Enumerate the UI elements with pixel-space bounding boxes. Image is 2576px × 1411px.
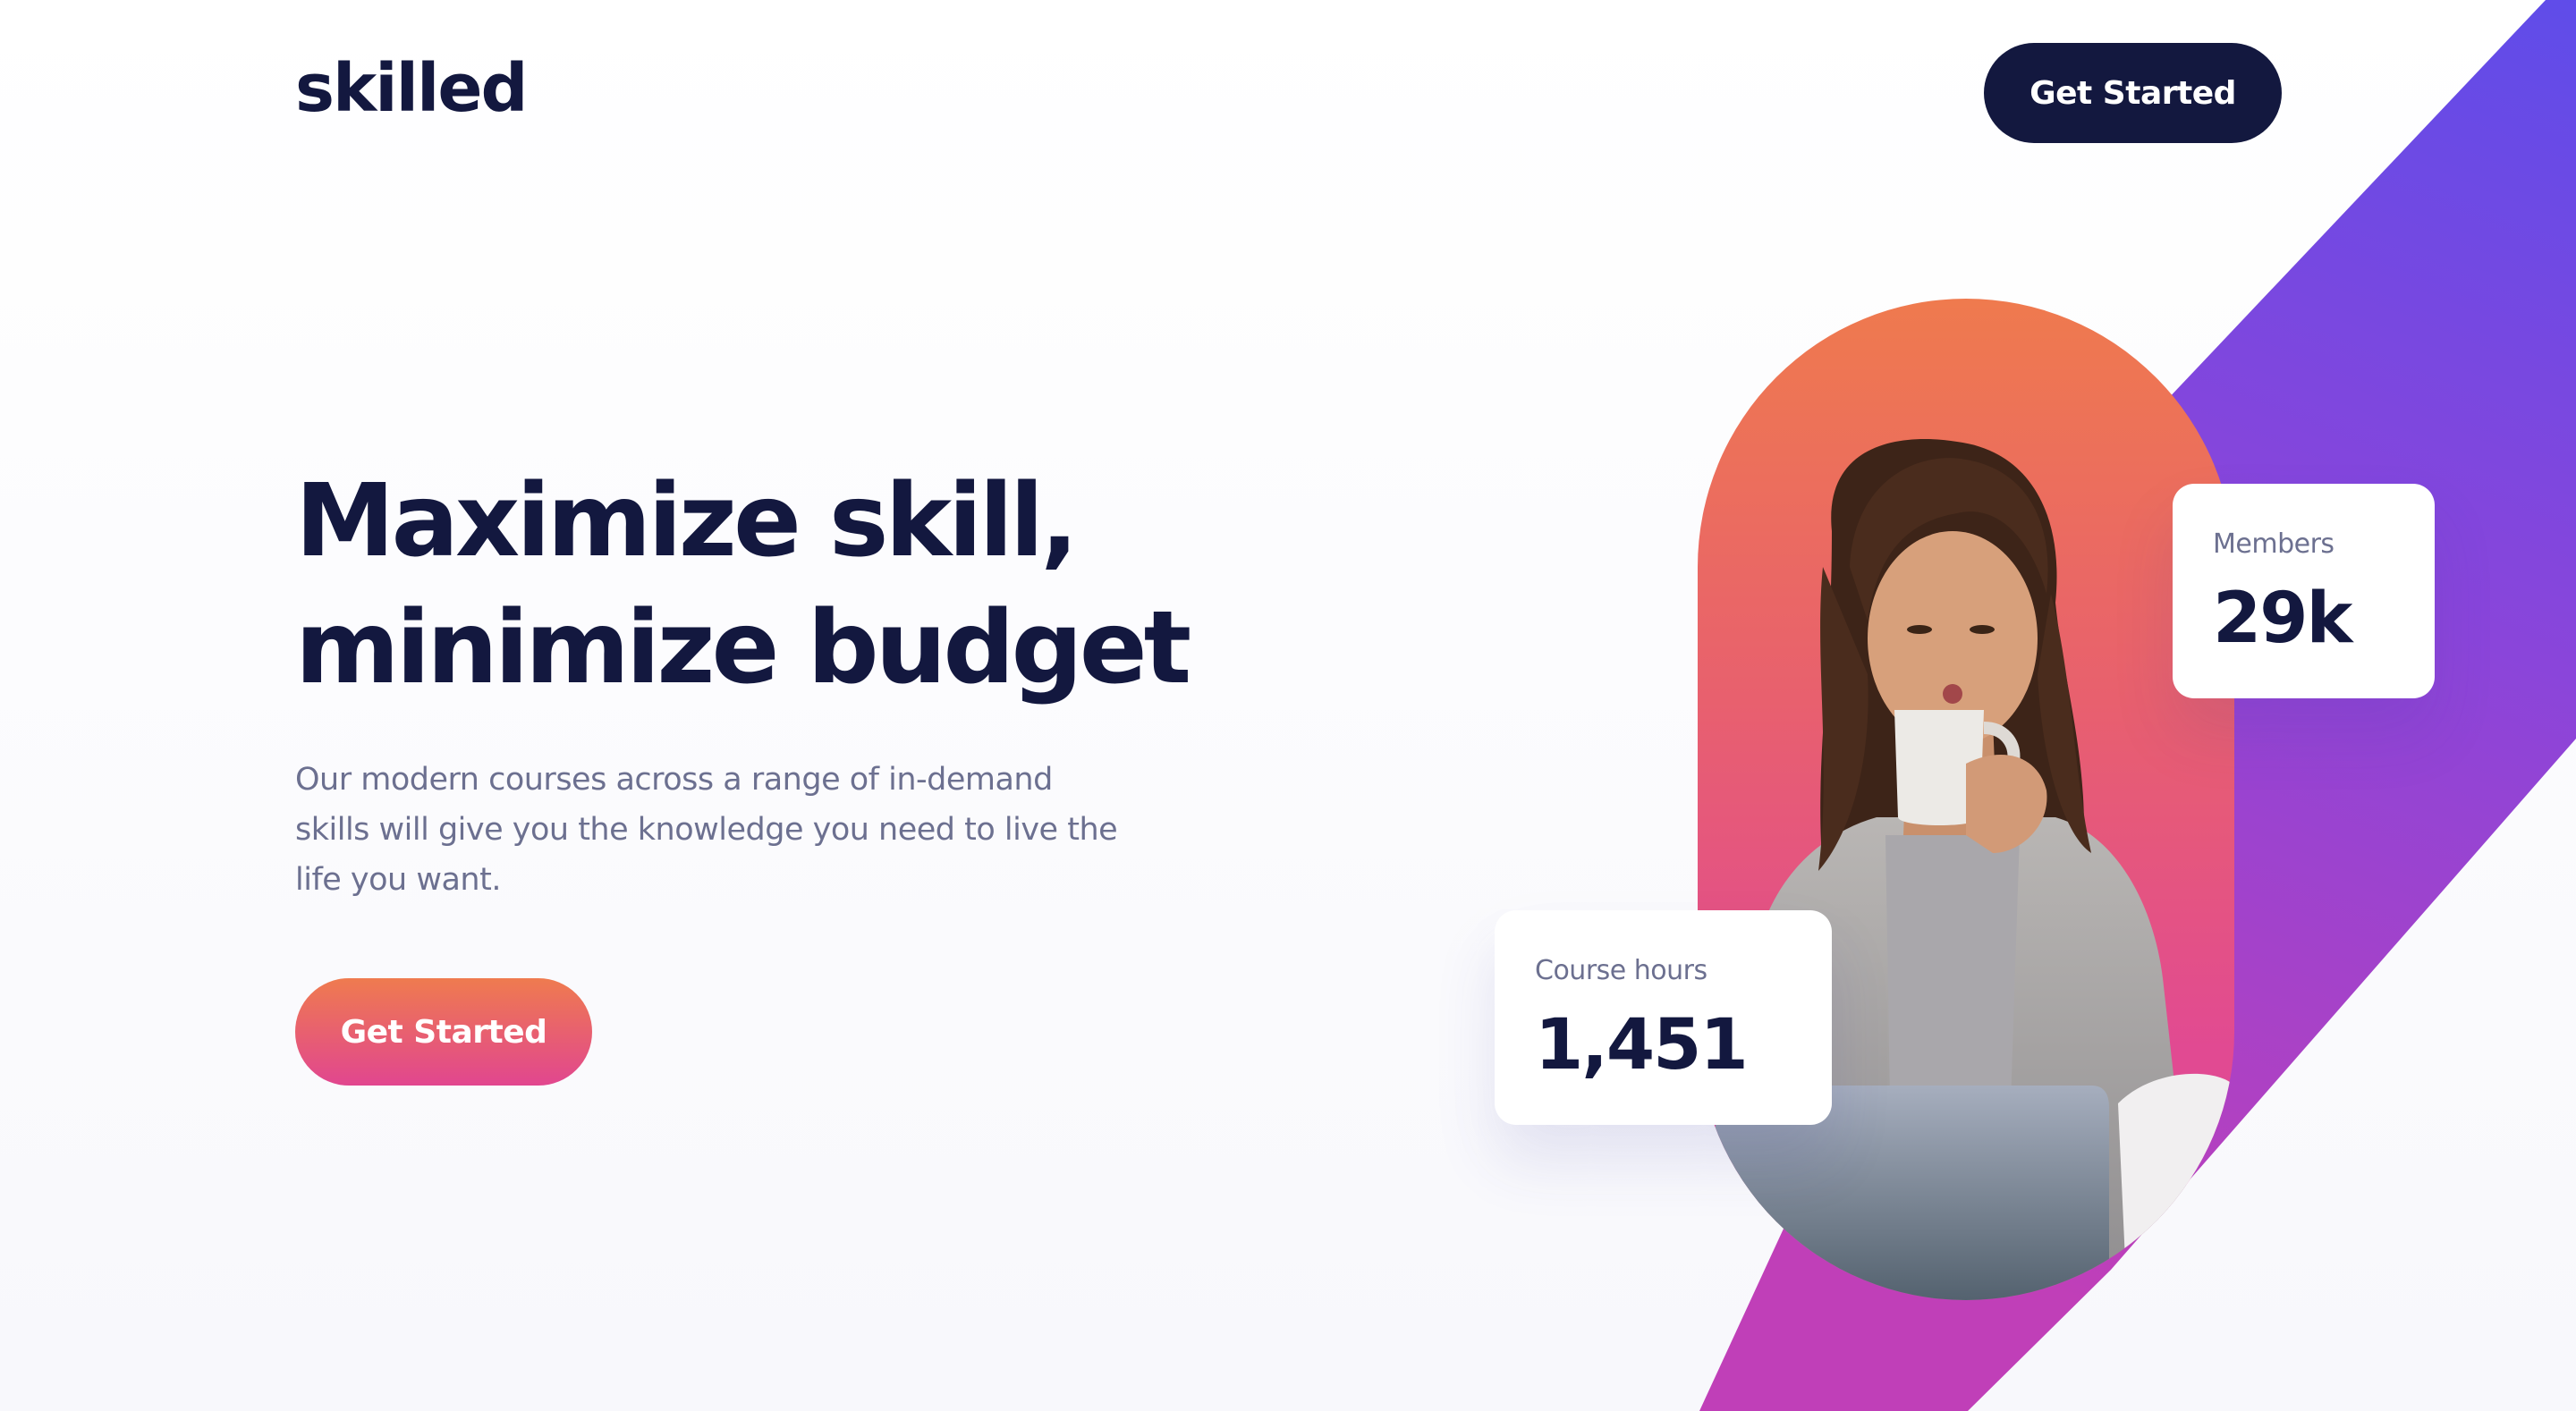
hero-headline-line-1: Maximize skill,	[295, 463, 1079, 579]
course-hours-value: 1,451	[1535, 1005, 1749, 1086]
brand-logo[interactable]: skilled	[295, 55, 529, 122]
members-label: Members	[2213, 528, 2334, 560]
woman-drinking-coffee-image	[1716, 438, 2234, 1300]
hero-headline: Maximize skill, minimize budget	[295, 458, 1191, 712]
course-hours-label: Course hours	[1535, 955, 1707, 986]
hero-image-pill	[1698, 299, 2234, 1300]
landing-page: skilled Get Started Maximize skill, mini…	[0, 0, 2576, 1411]
header-get-started-button[interactable]: Get Started	[1984, 43, 2282, 143]
hero-headline-line-2: minimize budget	[295, 590, 1191, 706]
course-hours-stat-card: Course hours 1,451	[1495, 910, 1832, 1125]
members-value: 29k	[2213, 579, 2352, 659]
members-stat-card: Members 29k	[2173, 484, 2435, 698]
hero-description: Our modern courses across a range of in-…	[295, 762, 1118, 898]
hero-get-started-button[interactable]: Get Started	[295, 978, 592, 1086]
